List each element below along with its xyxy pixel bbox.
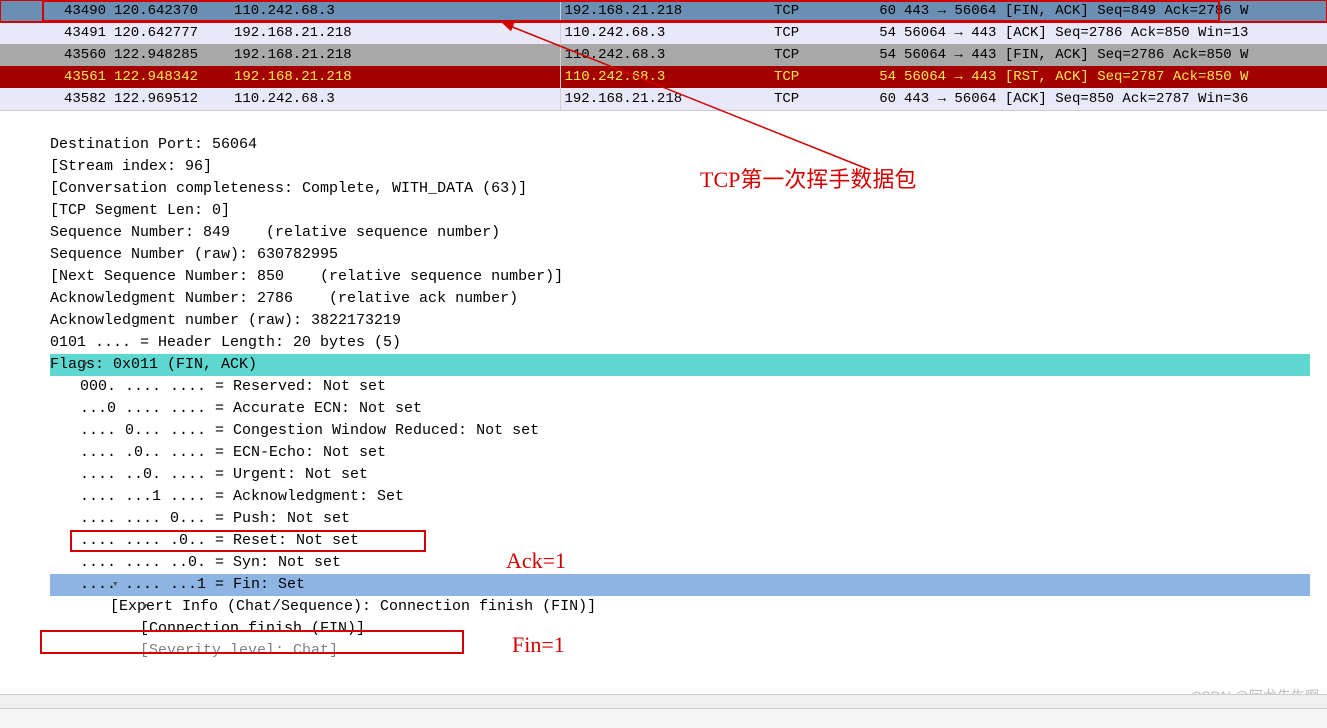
packet-details-pane[interactable]: Destination Port: 56064 [Stream index: 9…	[0, 130, 1327, 662]
horizontal-scrollbar[interactable]	[0, 694, 1327, 708]
expand-expert-icon[interactable]: ▾	[142, 596, 149, 618]
col-protocol: TCP	[770, 44, 870, 66]
flag-syn[interactable]: .... .... ..0. = Syn: Not set	[50, 552, 1327, 574]
col-destination: 192.168.21.218	[560, 88, 770, 110]
col-source: 192.168.21.218	[230, 22, 560, 44]
packet-row[interactable]: 43561122.948342192.168.21.218110.242.68.…	[0, 66, 1327, 88]
col-protocol: TCP	[770, 0, 870, 22]
detail-flags[interactable]: Flags: 0x011 (FIN, ACK)	[50, 354, 1310, 376]
col-destination: 110.242.68.3	[560, 44, 770, 66]
col-info: 56064 → 443 [FIN, ACK] Seq=2786 Ack=850 …	[900, 44, 1327, 66]
col-protocol: TCP	[770, 22, 870, 44]
col-destination: 110.242.68.3	[560, 66, 770, 88]
col-time: 122.969512	[110, 88, 230, 110]
detail-header-len[interactable]: 0101 .... = Header Length: 20 bytes (5)	[50, 332, 1327, 354]
detail-ack-num[interactable]: Acknowledgment Number: 2786 (relative ac…	[50, 288, 1327, 310]
severity-level[interactable]: [Severity level: Chat]	[50, 640, 1327, 662]
col-info: 443 → 56064 [FIN, ACK] Seq=849 Ack=2786 …	[900, 0, 1327, 22]
detail-segment-len[interactable]: [TCP Segment Len: 0]	[50, 200, 1327, 222]
col-protocol: TCP	[770, 88, 870, 110]
expand-fin-icon[interactable]: ▾	[112, 574, 119, 596]
connection-finish[interactable]: [Connection finish (FIN)]	[50, 618, 1327, 640]
col-length: 54	[870, 66, 900, 88]
col-source: 192.168.21.218	[230, 44, 560, 66]
detail-seq-raw[interactable]: Sequence Number (raw): 630782995	[50, 244, 1327, 266]
packet-row[interactable]: 43560122.948285192.168.21.218110.242.68.…	[0, 44, 1327, 66]
col-time: 122.948285	[110, 44, 230, 66]
flag-fin[interactable]: .... .... ...1 = Fin: Set	[50, 574, 1310, 596]
packet-list-table[interactable]: 43490120.642370110.242.68.3192.168.21.21…	[0, 0, 1327, 110]
flag-cwr[interactable]: .... 0... .... = Congestion Window Reduc…	[50, 420, 1327, 442]
col-length: 54	[870, 22, 900, 44]
detail-stream-index[interactable]: [Stream index: 96]	[50, 156, 1327, 178]
pane-divider[interactable]	[0, 110, 1327, 130]
detail-ack-raw[interactable]: Acknowledgment number (raw): 3822173219	[50, 310, 1327, 332]
col-no: 43561	[0, 66, 110, 88]
col-length: 60	[870, 0, 900, 22]
detail-dest-port[interactable]: Destination Port: 56064	[50, 134, 1327, 156]
col-destination: 192.168.21.218	[560, 0, 770, 22]
detail-conversation[interactable]: [Conversation completeness: Complete, WI…	[50, 178, 1327, 200]
col-destination: 110.242.68.3	[560, 22, 770, 44]
col-source: 192.168.21.218	[230, 66, 560, 88]
status-bar	[0, 708, 1327, 728]
flag-ack[interactable]: .... ...1 .... = Acknowledgment: Set	[50, 486, 1327, 508]
col-time: 120.642370	[110, 0, 230, 22]
col-length: 54	[870, 44, 900, 66]
detail-next-seq[interactable]: [Next Sequence Number: 850 (relative seq…	[50, 266, 1327, 288]
col-no: 43582	[0, 88, 110, 110]
flag-reset[interactable]: .... .... .0.. = Reset: Not set	[50, 530, 1327, 552]
flag-push[interactable]: .... .... 0... = Push: Not set	[50, 508, 1327, 530]
expand-flags-icon[interactable]: ▾	[82, 354, 89, 376]
col-info: 56064 → 443 [RST, ACK] Seq=2787 Ack=850 …	[900, 66, 1327, 88]
col-no: 43491	[0, 22, 110, 44]
flag-ecn-echo[interactable]: .... .0.. .... = ECN-Echo: Not set	[50, 442, 1327, 464]
col-info: 56064 → 443 [ACK] Seq=2786 Ack=850 Win=1…	[900, 22, 1327, 44]
col-no: 43560	[0, 44, 110, 66]
detail-seq-num[interactable]: Sequence Number: 849 (relative sequence …	[50, 222, 1327, 244]
expert-info[interactable]: [Expert Info (Chat/Sequence): Connection…	[50, 596, 1327, 618]
col-length: 60	[870, 88, 900, 110]
packet-row[interactable]: 43491120.642777192.168.21.218110.242.68.…	[0, 22, 1327, 44]
col-protocol: TCP	[770, 66, 870, 88]
col-time: 120.642777	[110, 22, 230, 44]
packet-row[interactable]: 43582122.969512110.242.68.3192.168.21.21…	[0, 88, 1327, 110]
col-no: 43490	[0, 0, 110, 22]
flag-accurate-ecn[interactable]: ...0 .... .... = Accurate ECN: Not set	[50, 398, 1327, 420]
packet-row[interactable]: 43490120.642370110.242.68.3192.168.21.21…	[0, 0, 1327, 22]
flag-urgent[interactable]: .... ..0. .... = Urgent: Not set	[50, 464, 1327, 486]
col-source: 110.242.68.3	[230, 88, 560, 110]
col-source: 110.242.68.3	[230, 0, 560, 22]
col-time: 122.948342	[110, 66, 230, 88]
flag-reserved[interactable]: 000. .... .... = Reserved: Not set	[50, 376, 1327, 398]
col-info: 443 → 56064 [ACK] Seq=850 Ack=2787 Win=3…	[900, 88, 1327, 110]
